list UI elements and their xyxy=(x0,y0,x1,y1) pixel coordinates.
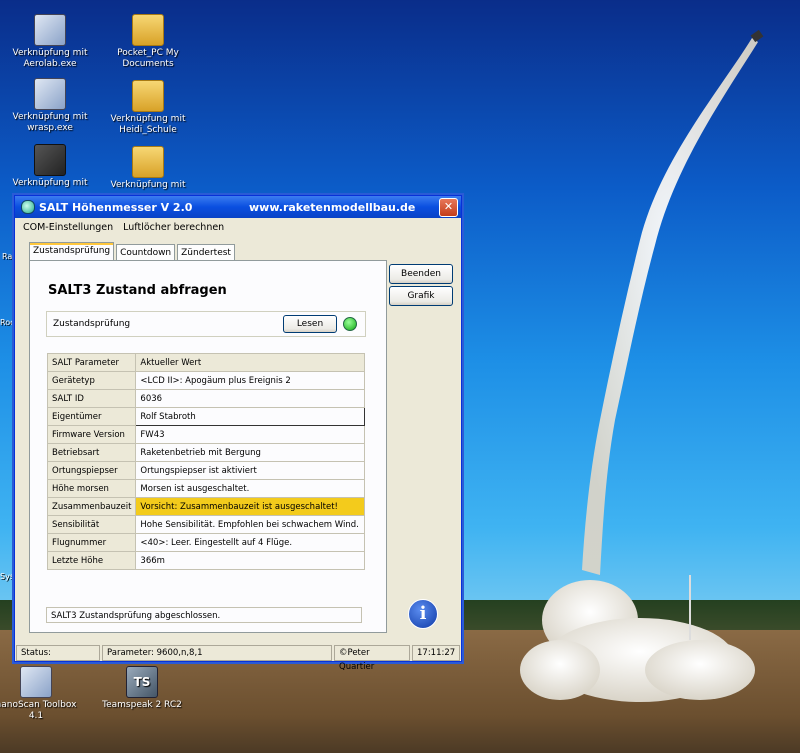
window-title: SALT Höhenmesser V 2.0 xyxy=(39,200,193,214)
folder-icon xyxy=(132,146,164,178)
table-row[interactable]: Höhe morsen Morsen ist ausgeschaltet. xyxy=(46,479,365,498)
status-parameter: Parameter: 9600,n,8,1 xyxy=(102,645,332,661)
graph-button[interactable]: Grafik xyxy=(389,286,453,306)
desktop-icon-pocket-pc[interactable]: Pocket_PC My Documents xyxy=(100,14,196,70)
table-row-warning[interactable]: Zusammenbauzeit Vorsicht: Zusammenbauzeit… xyxy=(46,497,365,516)
status-label: Status: xyxy=(16,645,100,661)
film-reel-icon xyxy=(34,144,66,176)
status-check-group: Zustandsprüfung Lesen xyxy=(46,311,366,337)
table-row[interactable]: Sensibilität Hohe Sensibilität. Empfohlen… xyxy=(46,515,365,534)
status-check-panel: SALT3 Zustand abfragen Zustandsprüfung L… xyxy=(29,260,387,633)
column-header-parameter: SALT Parameter xyxy=(46,353,137,372)
table-row[interactable]: Eigentümer Rolf Stabroth xyxy=(46,407,365,426)
info-icon[interactable]: i xyxy=(408,599,438,629)
edge-label: Sys xyxy=(0,572,14,581)
tab-status-check[interactable]: Zustandsprüfung xyxy=(29,242,115,262)
window-url: www.raketenmodellbau.de xyxy=(249,200,416,214)
read-button[interactable]: Lesen xyxy=(283,315,337,333)
table-row[interactable]: Ortungspiepser Ortungspiepser ist aktivie… xyxy=(46,461,365,480)
menu-air-holes[interactable]: Luftlöcher berechnen xyxy=(123,222,224,233)
aerolab-shortcut-icon xyxy=(34,14,66,46)
tools-icon xyxy=(20,666,52,698)
menu-com-settings[interactable]: COM-Einstellungen xyxy=(23,222,113,233)
column-header-value: Aktueller Wert xyxy=(135,353,365,372)
table-row[interactable]: SALT ID 6036 xyxy=(46,389,365,408)
table-row[interactable]: Flugnummer <40>: Leer. Eingestellt auf 4 … xyxy=(46,533,365,552)
title-bar[interactable]: SALT Höhenmesser V 2.0 www.raketenmodell… xyxy=(15,196,461,218)
status-message: SALT3 Zustandsprüfung abgeschlossen. xyxy=(46,607,362,623)
app-globe-icon xyxy=(21,200,35,214)
salt-altimeter-window: SALT Höhenmesser V 2.0 www.raketenmodell… xyxy=(14,195,462,672)
desktop-icon-nanoscan[interactable]: nanoScan Toolbox 4.1 xyxy=(0,666,84,722)
desktop-icon-film[interactable]: Verknüpfung mit xyxy=(2,144,98,189)
status-check-label: Zustandsprüfung xyxy=(53,319,131,329)
status-led-icon xyxy=(343,317,357,331)
table-row[interactable]: Letzte Höhe 366m xyxy=(46,551,365,570)
status-author: ©Peter Quartier xyxy=(334,645,410,672)
close-button[interactable]: ✕ xyxy=(439,198,458,217)
desktop-icon-heidi-schule[interactable]: Verknüpfung mit Heidi_Schule xyxy=(100,80,196,136)
folder-icon xyxy=(132,14,164,46)
table-row[interactable]: Gerätetyp <LCD II>: Apogäum plus Ereignis… xyxy=(46,371,365,390)
page-title: SALT3 Zustand abfragen xyxy=(48,283,227,298)
wrasp-shortcut-icon xyxy=(34,78,66,110)
desktop-icon-aerolab[interactable]: Verknüpfung mit Aerolab.exe xyxy=(2,14,98,70)
status-time: 17:11:27 xyxy=(412,645,460,661)
status-bar: Status: Parameter: 9600,n,8,1 ©Peter Qua… xyxy=(15,645,461,672)
table-row[interactable]: Betriebsart Raketenbetrieb mit Bergung xyxy=(46,443,365,462)
exit-button[interactable]: Beenden xyxy=(389,264,453,284)
parameter-table: SALT Parameter Aktueller Wert Gerätetyp <… xyxy=(46,353,365,570)
desktop-icon-wrasp[interactable]: Verknüpfung mit wrasp.exe xyxy=(2,78,98,134)
teamspeak-icon: TS xyxy=(126,666,158,698)
edge-label: Ral xyxy=(2,252,15,261)
table-header-row: SALT Parameter Aktueller Wert xyxy=(46,353,365,372)
menu-bar: COM-Einstellungen Luftlöcher berechnen xyxy=(15,218,461,236)
desktop-icon-folder-shortcut[interactable]: Verknüpfung mit xyxy=(100,146,196,191)
desktop-icon-teamspeak[interactable]: TS Teamspeak 2 RC2 xyxy=(94,666,190,711)
folder-icon xyxy=(132,80,164,112)
edge-label: Roc xyxy=(0,318,15,327)
table-row[interactable]: Firmware Version FW43 xyxy=(46,425,365,444)
